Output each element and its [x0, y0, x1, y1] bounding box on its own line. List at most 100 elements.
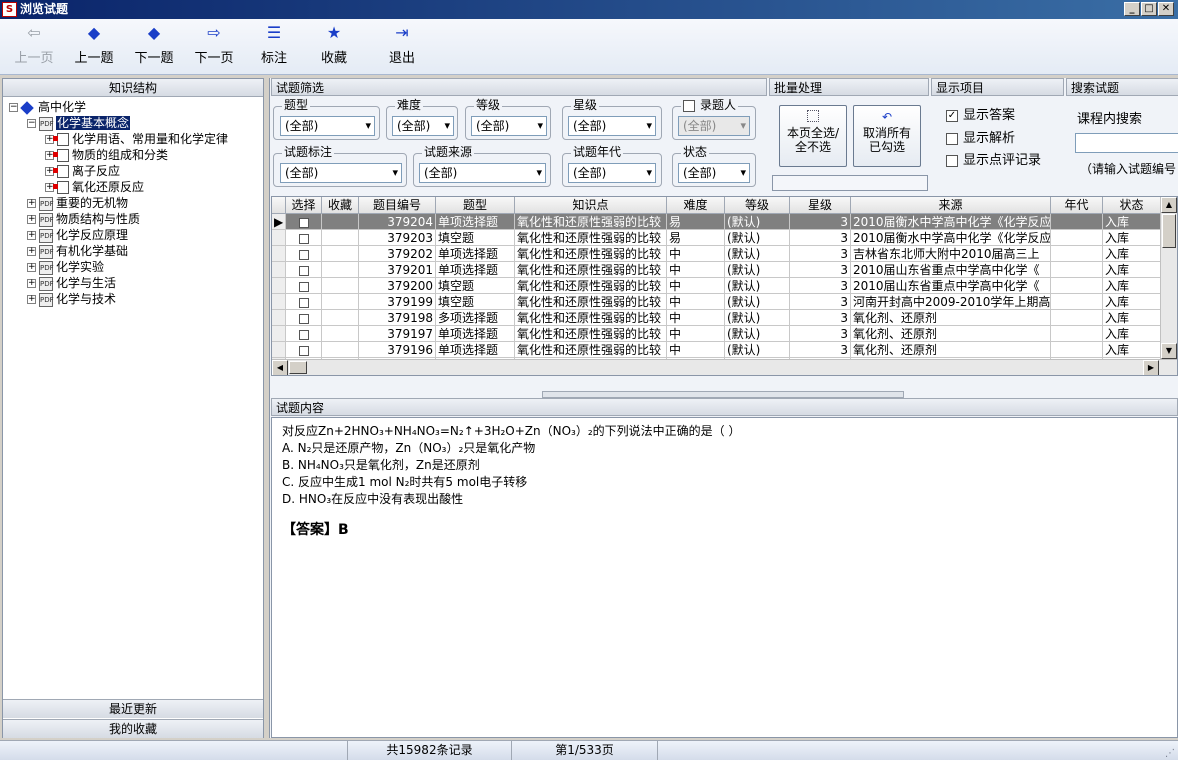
source-cell: 2010届山东省重点中学高中化学《	[851, 262, 1051, 278]
expand-icon[interactable]: +	[27, 295, 36, 304]
answer-value: B	[338, 522, 349, 538]
undo-icon: ↶	[881, 110, 893, 124]
tree-node[interactable]: + PDF 重要的无机物	[27, 195, 128, 211]
row-select-checkbox[interactable]	[298, 233, 309, 244]
minimize-button[interactable]: _	[1124, 2, 1140, 16]
tree-node-child[interactable]: + 氧化还原反应	[45, 179, 144, 195]
select-all-button[interactable]: 本页全选/全不选	[779, 105, 847, 167]
question-stem: 对反应Zn+2HNO₃+NH₄NO₃=N₂↑+3H₂O+Zn（NO₃）₂的下列说…	[282, 424, 741, 438]
column-header[interactable]: 年代	[1051, 197, 1103, 214]
grade-select[interactable]: (全部)	[471, 116, 547, 136]
grade-cell: (默认)	[725, 326, 790, 342]
scroll-right-icon[interactable]: ▶	[1143, 360, 1159, 375]
row-select-checkbox[interactable]	[298, 265, 309, 276]
show-comment-option[interactable]: 显示点评记录	[946, 153, 1041, 169]
recent-updates-tab[interactable]: 最近更新	[3, 699, 263, 718]
tree-node-label: 重要的无机物	[56, 196, 129, 210]
column-header[interactable]: 题型	[436, 197, 515, 214]
first-page-icon: ⇦	[27, 23, 41, 42]
first-page-button[interactable]: ⇦ 上一页	[4, 23, 64, 71]
collapse-icon[interactable]: −	[9, 103, 18, 112]
show-answer-checkbox[interactable]: ✓	[946, 109, 958, 122]
expand-icon[interactable]: +	[27, 263, 36, 272]
column-header[interactable]: 星级	[790, 197, 851, 214]
column-header[interactable]: 等级	[725, 197, 790, 214]
expand-icon[interactable]: +	[27, 215, 36, 224]
scroll-up-icon[interactable]: ▲	[1161, 197, 1177, 213]
year-select[interactable]: (全部)	[568, 163, 656, 183]
vertical-scrollbar[interactable]: ▲ ▼	[1160, 197, 1177, 360]
row-select-checkbox[interactable]	[298, 297, 309, 308]
next-page-button[interactable]: ⇨ 下一页	[184, 23, 244, 71]
star-cell: 3	[790, 262, 851, 278]
show-analysis-checkbox[interactable]	[946, 132, 958, 145]
tree-node[interactable]: + PDF 化学反应原理	[27, 227, 128, 243]
clear-selection-button[interactable]: ↶ 取消所有 已勾选	[853, 105, 921, 167]
column-header[interactable]: 状态	[1103, 197, 1161, 214]
document-icon	[53, 149, 69, 162]
tree-node[interactable]: + PDF 物质结构与性质	[27, 211, 140, 227]
mark-label: 试题标注	[282, 145, 335, 159]
tree-node-child[interactable]: + 化学用语、常用量和化学定律	[45, 131, 228, 147]
row-select-checkbox[interactable]	[298, 249, 309, 260]
search-input[interactable]	[1075, 133, 1178, 153]
tree-node-child[interactable]: + 离子反应	[45, 163, 120, 179]
tree-node-child[interactable]: + 物质的组成和分类	[45, 147, 168, 163]
show-answer-option[interactable]: ✓ 显示答案	[946, 108, 1015, 124]
tree-node-label: 化学与技术	[56, 292, 117, 306]
star-select[interactable]: (全部)	[568, 116, 656, 136]
my-favorites-tab[interactable]: 我的收藏	[3, 719, 263, 738]
tree-node[interactable]: + PDF 化学与生活	[27, 275, 116, 291]
horizontal-scroll-thumb[interactable]	[289, 361, 307, 374]
select-cell	[286, 214, 322, 230]
column-header[interactable]: 来源	[851, 197, 1051, 214]
entrant-select[interactable]: (全部)	[678, 116, 750, 136]
status-select[interactable]: (全部)	[678, 163, 750, 183]
entrant-checkbox[interactable]	[683, 99, 695, 112]
row-select-checkbox[interactable]	[298, 313, 309, 324]
prev-question-button[interactable]: ◆ 上一题	[64, 23, 124, 71]
expand-icon[interactable]: +	[27, 231, 36, 240]
column-header[interactable]: 难度	[667, 197, 725, 214]
id-cell: 379196	[359, 342, 436, 358]
tree-root[interactable]: − 高中化学	[9, 99, 86, 115]
column-header[interactable]: 题目编号	[359, 197, 436, 214]
expand-icon[interactable]: +	[27, 279, 36, 288]
show-analysis-option[interactable]: 显示解析	[946, 131, 1015, 147]
expand-icon[interactable]: +	[27, 247, 36, 256]
horizontal-scrollbar[interactable]: ◀ ▶	[272, 359, 1177, 375]
resize-grip-icon[interactable]: ⋰	[1165, 744, 1175, 760]
difficulty-select[interactable]: (全部)	[392, 116, 454, 136]
tree-node[interactable]: + PDF 化学与技术	[27, 291, 116, 307]
row-select-checkbox[interactable]	[298, 281, 309, 292]
type-select[interactable]: (全部)	[280, 116, 375, 136]
splitter-handle[interactable]	[542, 391, 904, 398]
next-question-button[interactable]: ◆ 下一题	[124, 23, 184, 71]
filter-header: 试题筛选	[271, 78, 767, 96]
year-label: 试题年代	[571, 145, 624, 159]
favorite-cell	[322, 230, 359, 246]
scroll-left-icon[interactable]: ◀	[272, 360, 288, 375]
select-cell	[286, 278, 322, 294]
column-header[interactable]: 选择	[286, 197, 322, 214]
close-button[interactable]: ✕	[1158, 2, 1174, 16]
exit-button[interactable]: ⇥ 退出	[372, 23, 432, 71]
vertical-scroll-thumb[interactable]	[1162, 214, 1176, 248]
maximize-button[interactable]: □	[1141, 2, 1157, 16]
favorite-button[interactable]: ★ 收藏	[304, 23, 364, 71]
column-header[interactable]: 收藏	[322, 197, 359, 214]
tree-node[interactable]: + PDF 有机化学基础	[27, 243, 128, 259]
expand-icon[interactable]: +	[27, 199, 36, 208]
show-comment-checkbox[interactable]	[946, 154, 958, 167]
mark-select[interactable]: (全部)	[280, 163, 402, 183]
column-header[interactable]: 知识点	[515, 197, 667, 214]
scroll-down-icon[interactable]: ▼	[1161, 343, 1177, 359]
row-select-checkbox[interactable]	[298, 345, 309, 356]
source-select[interactable]: (全部)	[419, 163, 546, 183]
row-select-checkbox[interactable]	[298, 329, 309, 340]
tree-node[interactable]: + PDF 化学实验	[27, 259, 104, 275]
tree-node-selected[interactable]: − PDF 化学基本概念	[27, 115, 131, 131]
mark-button[interactable]: ☰ 标注	[244, 23, 304, 71]
row-select-checkbox[interactable]	[298, 217, 309, 228]
collapse-icon[interactable]: −	[27, 119, 36, 128]
